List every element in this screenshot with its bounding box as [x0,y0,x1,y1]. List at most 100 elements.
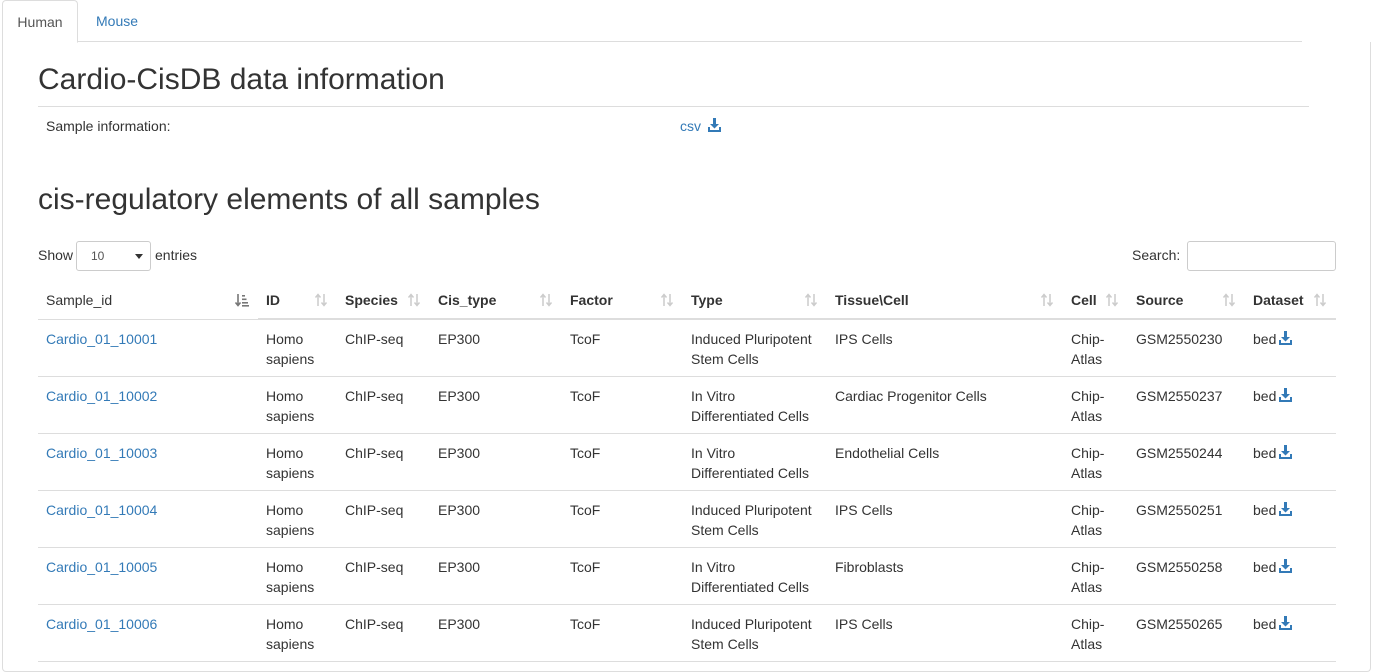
cell-type: In Vitro Differentiated Cells [691,443,809,483]
cell-dataset[interactable]: bed [1253,557,1293,577]
cell-sample-id-text: Cardio_01_10006 [46,616,158,632]
tab-human[interactable]: Human [2,0,78,43]
cell-tissue-text: Fibroblasts [835,559,904,575]
cell-dataset-text: bed [1253,616,1277,632]
table-row: Cardio_01_10002 Homo sapiens ChIP-seq EP300 T… [38,377,1336,434]
cell-species-line: sapiens [266,408,315,424]
cell-dataset[interactable]: bed [1253,500,1293,520]
cell-sample-id-text: Cardio_01_10005 [46,559,158,575]
download-icon[interactable] [1279,331,1293,345]
cell-class-text: TcoF [570,445,601,461]
cell-dataset[interactable]: bed [1253,614,1293,634]
cell-cell-line: Chip- [1071,445,1105,461]
cell-sample-id[interactable]: Cardio_01_10005 [46,557,157,577]
tab-mouse[interactable]: Mouse [81,0,153,42]
header-sample-id[interactable]: Sample_id [38,280,258,320]
cell-sample-id[interactable]: Cardio_01_10001 [46,329,157,349]
table-row: Cardio_01_10006 Homo sapiens ChIP-seq EP300 T… [38,605,1336,662]
header-species[interactable]: Species [337,280,430,320]
cell-type-line: In Vitro [691,445,736,461]
cell-species-line: sapiens [266,522,315,538]
cell-cell-line: Atlas [1071,351,1103,367]
cell-source: GSM2550265 [1136,614,1222,634]
cell-source: GSM2550251 [1136,500,1222,520]
cell-species-line: Homo [266,331,304,347]
header-source[interactable]: Source [1128,280,1245,320]
header-type[interactable]: Type [683,280,827,320]
download-icon[interactable] [1279,388,1293,402]
cell-tissue: IPS Cells [835,614,893,634]
download-icon[interactable] [1279,616,1293,630]
header-id[interactable]: ID [258,280,337,320]
search-label: Search: [1132,247,1181,263]
cell-tissue-text: IPS Cells [835,331,893,347]
cell-factor-text: EP300 [438,559,481,575]
cell-class: TcoF [570,557,600,577]
cell-class: TcoF [570,386,600,406]
cell-tissue: Fibroblasts [835,557,903,577]
cell-cell: Chip- Atlas [1071,614,1104,654]
cell-factor: EP300 [438,500,480,520]
cell-class: TcoF [570,614,600,634]
cell-factor: EP300 [438,557,480,577]
cell-type: Induced Pluripotent Stem Cells [691,614,812,654]
cell-cell: Chip- Atlas [1071,443,1104,483]
cell-source: GSM2550230 [1136,329,1222,349]
cell-source-text: GSM2550258 [1136,559,1223,575]
cell-dataset-text: bed [1253,502,1277,518]
cell-type-line: Differentiated Cells [691,579,810,595]
csv-download-link[interactable]: csv [680,118,721,134]
cell-cis-type: ChIP-seq [345,614,403,634]
page-length-select[interactable]: 10 [76,241,151,271]
download-icon[interactable] [1279,502,1293,516]
cell-cell: Chip- Atlas [1071,329,1104,369]
cell-type-line: Induced Pluripotent [691,331,812,347]
table-row: Cardio_01_10001 Homo sapiens ChIP-seq EP300 T… [38,320,1336,377]
cell-factor: EP300 [438,443,480,463]
search-input[interactable] [1187,241,1336,271]
cell-cis-type: ChIP-seq [345,386,403,406]
cell-cell-line: Atlas [1071,465,1103,481]
cell-source-text: GSM2550251 [1136,502,1223,518]
download-icon[interactable] [1279,559,1293,573]
header-dataset[interactable]: Dataset [1245,280,1336,320]
cell-source-text: GSM2550230 [1136,331,1223,347]
cell-sample-id[interactable]: Cardio_01_10004 [46,500,157,520]
header-cell[interactable]: Cell [1063,280,1128,320]
sort-both-icon [407,293,421,307]
cell-type-line: In Vitro [691,559,736,575]
sort-both-icon [1105,293,1119,307]
cell-cis-type: ChIP-seq [345,500,403,520]
cell-tissue-text: IPS Cells [835,616,893,632]
header-cis-type[interactable]: Cis_type [430,280,562,320]
cell-cis-type: ChIP-seq [345,443,403,463]
cell-species: Homo sapiens [266,614,314,654]
cell-cell-line: Chip- [1071,616,1105,632]
cell-sample-id[interactable]: Cardio_01_10002 [46,386,157,406]
cell-dataset[interactable]: bed [1253,329,1293,349]
cell-source-text: GSM2550237 [1136,388,1223,404]
cell-dataset[interactable]: bed [1253,386,1293,406]
sort-both-icon [660,293,674,307]
cell-source: GSM2550244 [1136,443,1222,463]
cell-species-line: Homo [266,445,304,461]
cell-cis-type: ChIP-seq [345,557,403,577]
cell-source: GSM2550258 [1136,557,1222,577]
cell-tissue: IPS Cells [835,329,893,349]
cell-sample-id[interactable]: Cardio_01_10003 [46,443,157,463]
cell-sample-id[interactable]: Cardio_01_10006 [46,614,157,634]
sort-ascending-icon [235,294,249,307]
cell-class-text: TcoF [570,616,601,632]
header-factor[interactable]: Factor [562,280,683,320]
cell-factor-text: EP300 [438,502,481,518]
cell-species: Homo sapiens [266,557,314,597]
cell-source-text: GSM2550265 [1136,616,1223,632]
header-tissue-cell[interactable]: Tissue\Cell [827,280,1063,320]
download-icon[interactable] [1279,445,1293,459]
cell-source-text: GSM2550244 [1136,445,1223,461]
table-row: Cardio_01_10004 Homo sapiens ChIP-seq EP300 T… [38,491,1336,548]
cell-type: Induced Pluripotent Stem Cells [691,329,812,369]
cell-type-line: Stem Cells [691,522,759,538]
cell-dataset[interactable]: bed [1253,443,1293,463]
cell-type: Induced Pluripotent Stem Cells [691,500,812,540]
